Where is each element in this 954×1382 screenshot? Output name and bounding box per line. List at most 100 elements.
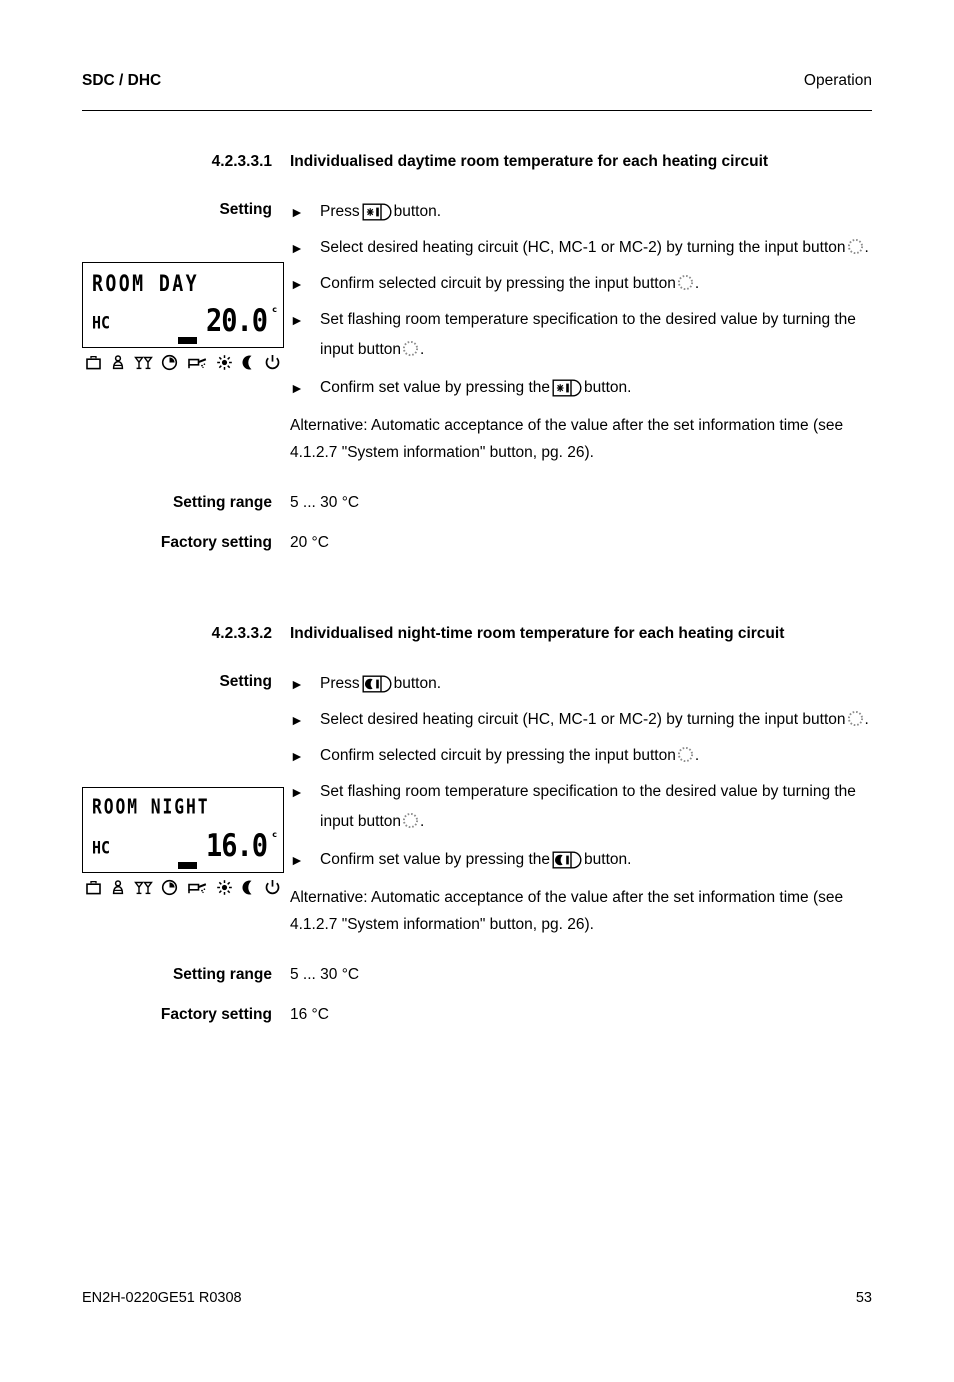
lcd-icon-row <box>82 879 284 896</box>
document-page: SDC / DHC Operation 4.2.3.3.1 Individual… <box>0 0 954 1382</box>
step-text-pre: Confirm set value by pressing the <box>320 851 551 868</box>
lcd-mode-text: ROOM DAY <box>92 271 200 297</box>
lcd-screen: ROOM NIGHT HC 16.0 c <box>82 787 284 873</box>
input-knob-icon <box>847 238 864 255</box>
step-item: ► Select desired heating circuit (HC, MC… <box>290 705 872 735</box>
step-item: ► Set flashing room temperature specific… <box>290 777 872 837</box>
setting-range-row: Setting range 5 ... 30 °C <box>82 494 872 512</box>
section-title: Individualised night-time room temperatu… <box>290 625 785 642</box>
step-item: ► Confirm selected circuit by pressing t… <box>290 741 872 771</box>
section-number: 4.2.3.3.1 <box>211 153 272 170</box>
cocktail-glasses-icon <box>134 880 154 896</box>
step-bullet-icon: ► <box>290 240 304 256</box>
step-text-post: button. <box>584 851 632 868</box>
moon-icon <box>241 879 256 896</box>
step-item: ► Press button. <box>290 669 872 699</box>
lcd-screen: ROOM DAY HC 20.0 c <box>82 262 284 348</box>
step-text-pre: Set flashing room temperature specificat… <box>320 783 856 830</box>
step-text: Confirm set value by pressing the button. <box>320 845 872 875</box>
sun-button-icon <box>362 203 392 221</box>
step-text-post: . <box>694 275 700 292</box>
step-text-pre: Confirm selected circuit by pressing the… <box>320 747 676 764</box>
standby-power-icon <box>264 879 281 896</box>
person-seated-icon <box>110 879 126 896</box>
step-item: ► Confirm set value by pressing the butto… <box>290 845 872 875</box>
section-number: 4.2.3.3.2 <box>211 625 272 642</box>
footer-page-number: 53 <box>855 1290 872 1306</box>
page-footer: EN2H-0220GE51 R0308 53 <box>82 1290 872 1306</box>
sun-icon <box>216 879 233 896</box>
sun-icon <box>216 354 233 371</box>
briefcase-icon <box>85 880 102 896</box>
lcd-icon-row <box>82 354 284 371</box>
step-text-pre: Confirm set value by pressing the <box>320 379 551 396</box>
clock-icon <box>161 879 178 896</box>
input-knob-icon <box>847 710 864 727</box>
setting-range-label: Setting range <box>172 966 272 983</box>
step-text: Press button. <box>320 669 872 699</box>
step-bullet-icon: ► <box>290 784 304 800</box>
section-title: Individualised daytime room temperature … <box>290 153 769 170</box>
input-knob-icon <box>677 746 694 763</box>
section-heading: 4.2.3.3.2 Individualised night-time room… <box>82 620 872 647</box>
setting-range-value: 5 ... 30 °C <box>290 494 360 511</box>
step-item: ► Confirm selected circuit by pressing t… <box>290 269 872 299</box>
step-text-post: . <box>694 747 700 764</box>
step-bullet-icon: ► <box>290 380 304 396</box>
step-bullet-icon: ► <box>290 276 304 292</box>
step-text-pre: Select desired heating circuit (HC, MC-1… <box>320 711 846 728</box>
step-text-post: button. <box>393 675 442 692</box>
step-item: ► Select desired heating circuit (HC, MC… <box>290 233 872 263</box>
lcd-display-nighttime: ROOM NIGHT HC 16.0 c <box>82 787 286 896</box>
step-text: Select desired heating circuit (HC, MC-1… <box>320 705 872 735</box>
factory-setting-row: Factory setting 16 °C <box>82 1006 872 1024</box>
step-text-pre: Press <box>320 203 360 220</box>
setting-instructions: ► Press button. ► Select desired heating … <box>290 197 872 466</box>
lcd-circuit-text: HC <box>92 313 111 333</box>
factory-setting-label: Factory setting <box>160 1006 272 1023</box>
step-text: Set flashing room temperature specificat… <box>320 305 872 365</box>
lcd-temperature-value: 16.0 <box>205 828 268 864</box>
person-seated-icon <box>110 354 126 371</box>
step-text: Confirm selected circuit by pressing the… <box>320 269 872 299</box>
step-text-post: button. <box>584 379 632 396</box>
input-knob-icon <box>677 274 694 291</box>
lcd-temperature-value: 20.0 <box>205 303 268 339</box>
step-text-pre: Press <box>320 675 360 692</box>
step-item: ► Press button. <box>290 197 872 227</box>
sun-button-icon <box>552 379 582 397</box>
clock-icon <box>161 354 178 371</box>
moon-button-icon <box>552 851 582 869</box>
lcd-unit-label: c <box>272 830 277 839</box>
factory-setting-row: Factory setting 20 °C <box>82 534 872 552</box>
step-item: ► Set flashing room temperature specific… <box>290 305 872 365</box>
step-text-post: button. <box>393 203 442 220</box>
lcd-mode-text: ROOM NIGHT <box>92 796 210 820</box>
step-text: Press button. <box>320 197 872 227</box>
step-bullet-icon: ► <box>290 204 304 220</box>
input-knob-icon <box>402 812 419 829</box>
setting-instructions: ► Press button. ► Select desired heating … <box>290 669 872 938</box>
briefcase-icon <box>85 355 102 371</box>
cocktail-glasses-icon <box>134 355 154 371</box>
setting-label: Setting <box>219 201 272 218</box>
footer-document-code: EN2H-0220GE51 R0308 <box>82 1290 242 1306</box>
setting-range-row: Setting range 5 ... 30 °C <box>82 966 872 984</box>
step-bullet-icon: ► <box>290 852 304 868</box>
lcd-cursor-bar <box>178 337 197 344</box>
step-bullet-icon: ► <box>290 712 304 728</box>
header-product-name: SDC / DHC <box>82 72 162 89</box>
step-text-pre: Confirm selected circuit by pressing the… <box>320 275 676 292</box>
lcd-circuit-text: HC <box>92 838 111 858</box>
step-text-post: . <box>864 239 869 256</box>
factory-setting-value: 20 °C <box>290 534 329 551</box>
step-text: Confirm set value by pressing the button. <box>320 373 872 403</box>
factory-setting-label: Factory setting <box>160 534 272 551</box>
step-bullet-icon: ► <box>290 748 304 764</box>
hand-tap-icon <box>187 880 208 896</box>
hand-tap-icon <box>187 355 208 371</box>
input-knob-icon <box>402 340 419 357</box>
lcd-cursor-bar <box>178 862 197 869</box>
step-text-pre: Set flashing room temperature specificat… <box>320 311 856 358</box>
header-divider <box>82 110 872 111</box>
